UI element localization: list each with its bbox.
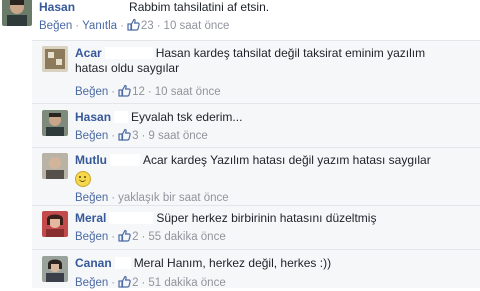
thumbs-up-icon [118, 229, 131, 242]
like-count[interactable]: 2 [132, 231, 138, 243]
comment: Meral Süper herkez birbirinin hatasını dü… [42, 211, 376, 245]
comment-text: Rabbim tahsilatini af etsin. [129, 0, 270, 14]
timestamp[interactable]: 10 saat önce [164, 20, 230, 32]
thumbs-up-icon [118, 84, 131, 97]
comment-author[interactable]: Canan [75, 256, 112, 270]
like-button[interactable]: Beğen [75, 130, 108, 142]
like-count[interactable]: 3 [132, 130, 138, 142]
comment: Mutlu Acar kardeş Yazılım hatası değil ya… [42, 153, 431, 206]
divider [32, 249, 480, 250]
timestamp[interactable]: 9 saat önce [148, 130, 207, 142]
like-count[interactable]: 23 [141, 20, 154, 32]
avatar[interactable] [42, 256, 68, 282]
comment-actions: Beğen · 2 · 51 dakika önce [75, 275, 226, 289]
avatar[interactable] [42, 153, 68, 179]
comment: Hasan Eyvalah tsk ederim... Beğen · 3 · 9 saa… [42, 110, 242, 144]
like-button[interactable]: Beğen [39, 20, 72, 32]
like-button[interactable]: Beğen [75, 86, 108, 98]
redaction [114, 111, 129, 123]
smiley-emoji-icon [75, 171, 91, 187]
comment-author[interactable]: Hasan [39, 0, 75, 14]
thumbs-up-icon [118, 275, 131, 288]
comment-author[interactable]: Meral [75, 211, 106, 225]
timestamp[interactable]: yaklaşık bir saat önce [118, 192, 229, 204]
divider [32, 147, 480, 148]
comment-actions: Beğen · 2 · 55 dakika önce [75, 229, 226, 243]
like-button[interactable]: Beğen [75, 277, 108, 289]
like-button[interactable]: Beğen [75, 231, 108, 243]
like-count[interactable]: 2 [132, 277, 138, 289]
divider [32, 40, 480, 41]
redaction [78, 1, 127, 13]
redaction [114, 257, 131, 269]
comment-actions: Beğen · Yanıtla · 23 · 10 saat önce [39, 18, 230, 32]
comment-text: Süper herkez birbirinin hatasını düzeltm… [156, 211, 377, 225]
reply-button[interactable]: Yanıtla [82, 20, 117, 32]
avatar[interactable] [42, 211, 68, 237]
like-count[interactable]: 12 [132, 86, 145, 98]
divider [32, 103, 480, 104]
comment: Acar Hasan kardeş tahsilat değil taksirat… [42, 46, 425, 100]
comment: Canan Meral Hanım, herkez değil, herkes :… [42, 256, 331, 291]
comment-author[interactable]: Acar [75, 46, 102, 60]
redaction [104, 47, 153, 59]
timestamp[interactable]: 51 dakika önce [148, 277, 225, 289]
comment-text: Hasan kardeş tahsilat değil taksirat emi… [155, 46, 426, 60]
comment-text-continued: hatası oldu saygılar [75, 61, 180, 75]
thumbs-up-icon [127, 18, 140, 31]
comment-text: Acar kardeş Yazılım hatası değil yazım h… [143, 153, 431, 167]
avatar[interactable] [2, 0, 32, 26]
timestamp[interactable]: 55 dakika önce [148, 231, 225, 243]
redaction [109, 212, 154, 224]
comment-actions: Beğen · yaklaşık bir saat önce [75, 192, 229, 204]
redaction [110, 154, 140, 166]
avatar[interactable] [42, 46, 68, 72]
comment-text: Eyvalah tsk ederim... [131, 110, 243, 124]
comment-author[interactable]: Hasan [75, 110, 111, 124]
thumbs-up-icon [118, 128, 131, 141]
timestamp[interactable]: 10 saat önce [155, 86, 221, 98]
comment-actions: Beğen · 12 · 10 saat önce [75, 84, 221, 98]
avatar[interactable] [42, 110, 68, 136]
comment-actions: Beğen · 3 · 9 saat önce [75, 128, 208, 142]
comment: Hasan Rabbim tahsilatini af etsin. Beğen ·… [2, 0, 269, 34]
like-button[interactable]: Beğen [75, 192, 108, 204]
comment-thread: Hasan Rabbim tahsilatini af etsin. Beğen ·… [0, 0, 480, 291]
comment-text: Meral Hanım, herkez değil, herkes :)) [133, 256, 332, 270]
comment-author[interactable]: Mutlu [75, 153, 107, 167]
